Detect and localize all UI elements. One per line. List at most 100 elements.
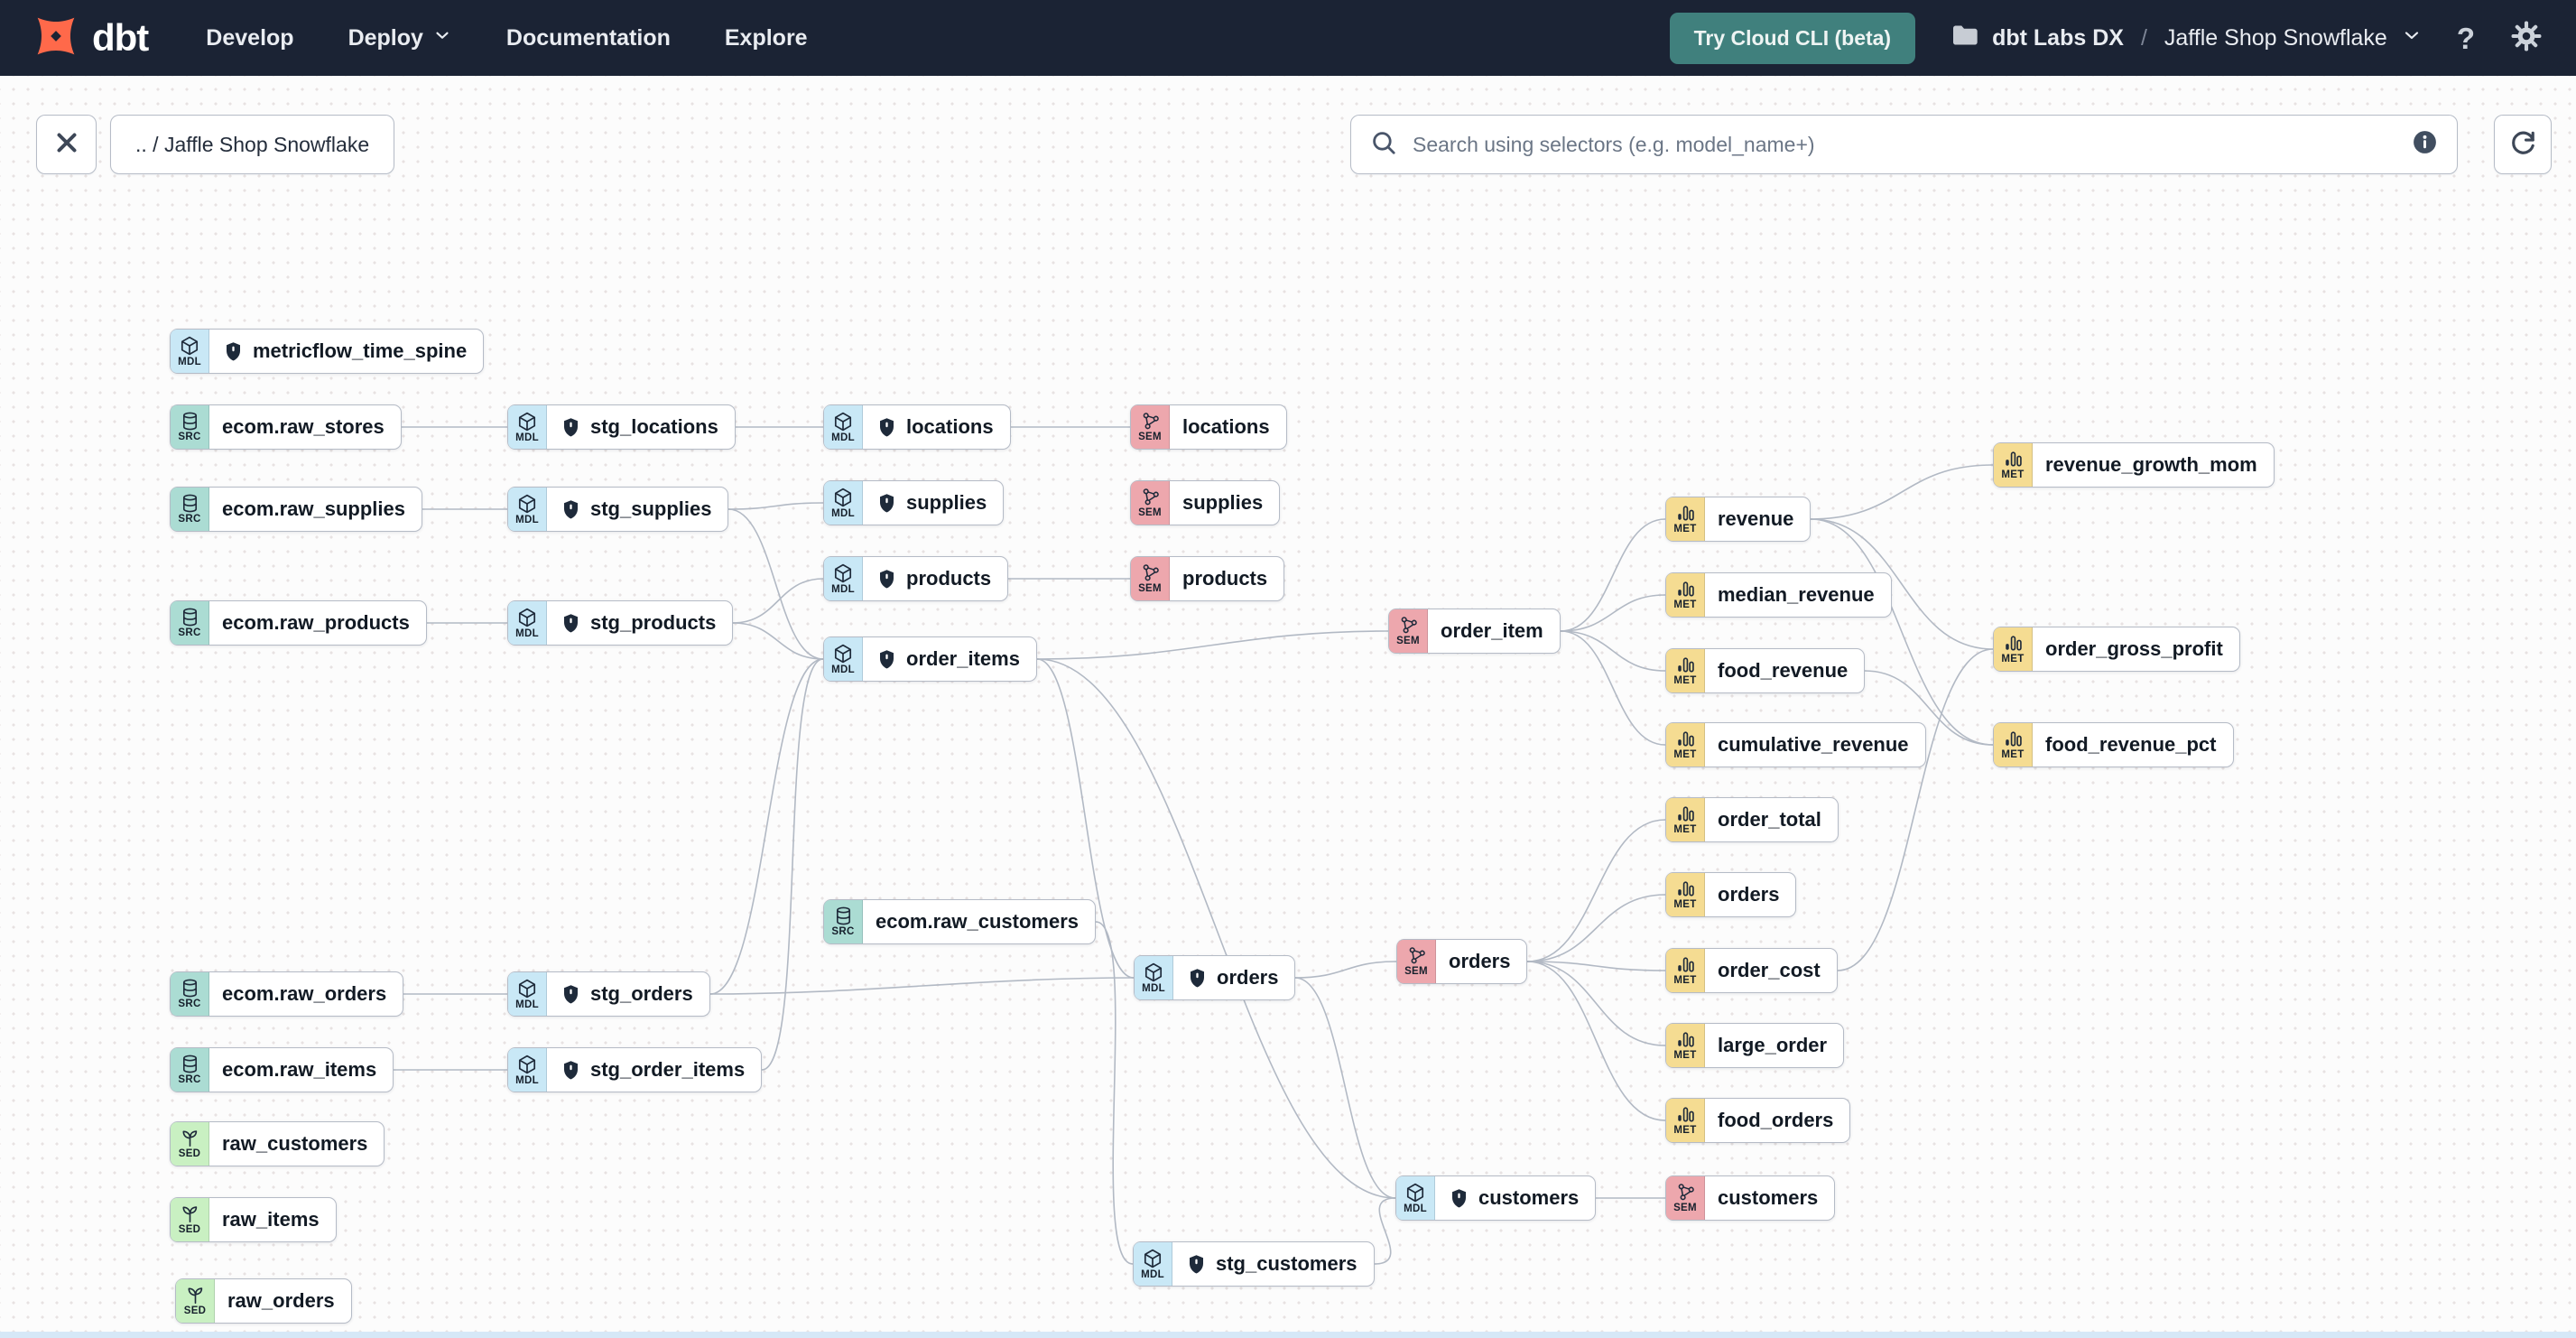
nav-item-explore[interactable]: Explore	[725, 25, 808, 51]
node-ecom_raw_items[interactable]: SRC ecom.raw_items	[170, 1047, 394, 1092]
node-locations_sem[interactable]: SEM locations	[1130, 404, 1287, 450]
node-customers_sem[interactable]: SEM customers	[1665, 1175, 1836, 1221]
node-large_order[interactable]: MET large_order	[1665, 1023, 1845, 1068]
node-label: stg_orders	[547, 972, 709, 1016]
node-label: revenue_growth_mom	[2045, 453, 2257, 476]
node-label: order_cost	[1718, 959, 1821, 981]
node-cumulative_revenue[interactable]: MET cumulative_revenue	[1665, 722, 1926, 767]
node-label: ecom.raw_supplies	[222, 497, 405, 520]
cube-icon: MDL	[508, 405, 547, 449]
seed-icon: SED	[176, 1279, 215, 1323]
node-stg_order_items[interactable]: MDL stg_order_items	[507, 1047, 763, 1092]
node-stg_orders[interactable]: MDL stg_orders	[507, 971, 710, 1017]
metric-chart-icon: MET	[1666, 1024, 1705, 1067]
contract-shield-icon	[560, 983, 582, 1006]
node-label: food_revenue	[1718, 659, 1849, 682]
node-ecom_raw_customers[interactable]: SRC ecom.raw_customers	[823, 899, 1096, 944]
node-label: ecom.raw_orders	[222, 982, 387, 1005]
dbt-logo[interactable]: dbt	[32, 13, 149, 64]
node-food_orders[interactable]: MET food_orders	[1665, 1098, 1851, 1143]
node-order_items[interactable]: MDL order_items	[823, 636, 1037, 682]
lineage-breadcrumb[interactable]: .. / Jaffle Shop Snowflake	[110, 115, 395, 174]
nav-item-deploy[interactable]: Deploy	[348, 25, 452, 51]
node-order_cost[interactable]: MET order_cost	[1665, 948, 1838, 993]
navbar-right: Try Cloud CLI (beta) dbt Labs DX / Jaffl…	[1669, 12, 2544, 64]
metric-chart-icon: MET	[1994, 627, 2033, 671]
help-icon[interactable]: ?	[2457, 23, 2475, 53]
node-orders_met[interactable]: MET orders	[1665, 872, 1797, 917]
node-ecom_raw_orders[interactable]: SRC ecom.raw_orders	[170, 971, 404, 1017]
node-label: stg_locations	[547, 405, 735, 449]
node-type-badge: SEM	[1138, 507, 1162, 519]
node-order_item_sem[interactable]: SEM order_item	[1388, 609, 1561, 654]
node-supplies_sem[interactable]: SEM supplies	[1130, 480, 1281, 525]
project-name[interactable]: Jaffle Shop Snowflake	[2164, 25, 2387, 51]
node-orders_sem[interactable]: SEM orders	[1396, 939, 1528, 984]
node-orders_mdl[interactable]: MDL orders	[1134, 955, 1296, 1000]
node-label: order_items	[863, 637, 1036, 681]
node-label: metricflow_time_spine	[209, 330, 483, 373]
account-name[interactable]: dbt Labs DX	[1992, 25, 2124, 51]
node-supplies_mdl[interactable]: MDL supplies	[823, 480, 1005, 525]
database-icon: SRC	[171, 972, 209, 1016]
node-customers_mdl[interactable]: MDL customers	[1395, 1175, 1597, 1221]
node-type-badge: SRC	[178, 432, 201, 443]
node-type-badge: MDL	[1141, 1268, 1164, 1280]
node-order_total[interactable]: MET order_total	[1665, 797, 1839, 842]
cube-icon: MDL	[508, 972, 547, 1016]
node-stg_supplies[interactable]: MDL stg_supplies	[507, 487, 729, 532]
node-raw_customers_seed[interactable]: SED raw_customers	[170, 1121, 385, 1166]
node-revenue[interactable]: MET revenue	[1665, 497, 1812, 542]
node-order_gross_profit[interactable]: MET order_gross_profit	[1993, 627, 2240, 672]
selector-search	[1350, 115, 2458, 174]
node-label: ecom.raw_products	[222, 611, 410, 634]
node-stg_customers[interactable]: MDL stg_customers	[1133, 1241, 1375, 1287]
node-raw_items_seed[interactable]: SED raw_items	[170, 1197, 337, 1242]
node-products_sem[interactable]: SEM products	[1130, 556, 1285, 601]
node-ecom_raw_products[interactable]: SRC ecom.raw_products	[170, 600, 427, 646]
app-window: MDL metricflow_time_spine SRC ecom.raw_stor…	[0, 0, 2576, 1338]
node-raw_orders_seed[interactable]: SED raw_orders	[175, 1278, 352, 1324]
node-revenue_growth_mom[interactable]: MET revenue_growth_mom	[1993, 442, 2275, 488]
semantic-model-icon: SEM	[1131, 481, 1170, 525]
node-ecom_raw_supplies[interactable]: SRC ecom.raw_supplies	[170, 487, 422, 532]
lineage-canvas[interactable]	[0, 76, 2576, 1338]
nav-item-documentation[interactable]: Documentation	[506, 25, 671, 51]
project-chevron-down-icon[interactable]	[2401, 24, 2423, 52]
node-median_revenue[interactable]: MET median_revenue	[1665, 572, 1892, 618]
try-cloud-cli-button[interactable]: Try Cloud CLI (beta)	[1669, 12, 1916, 64]
metric-chart-icon: MET	[1666, 649, 1705, 692]
node-products_mdl[interactable]: MDL products	[823, 556, 1009, 601]
node-type-badge: MET	[1673, 824, 1697, 836]
node-type-badge: MET	[2001, 469, 2025, 481]
gear-icon[interactable]	[2509, 19, 2544, 58]
node-type-badge: SRC	[178, 1074, 201, 1086]
node-locations_mdl[interactable]: MDL locations	[823, 404, 1011, 450]
refresh-button[interactable]	[2494, 115, 2552, 174]
node-food_revenue[interactable]: MET food_revenue	[1665, 648, 1866, 693]
node-type-badge: MDL	[831, 432, 855, 443]
bottom-accent-bar	[0, 1332, 2576, 1338]
close-icon	[51, 127, 82, 163]
node-type-badge: MET	[2001, 749, 2025, 761]
search-input[interactable]	[1411, 131, 2398, 158]
close-button[interactable]	[36, 115, 97, 174]
contract-shield-icon	[1448, 1187, 1470, 1210]
contract-shield-icon	[222, 340, 245, 363]
semantic-model-icon: SEM	[1666, 1176, 1705, 1220]
info-icon[interactable]	[2411, 128, 2439, 161]
node-ecom_raw_stores[interactable]: SRC ecom.raw_stores	[170, 404, 402, 450]
node-metricflow_time_spine[interactable]: MDL metricflow_time_spine	[170, 329, 485, 374]
cube-icon: MDL	[824, 481, 863, 525]
chevron-down-icon	[432, 25, 452, 51]
node-type-badge: MDL	[515, 1074, 539, 1086]
node-food_revenue_pct[interactable]: MET food_revenue_pct	[1993, 722, 2234, 767]
node-label: supplies	[1182, 491, 1264, 514]
node-stg_products[interactable]: MDL stg_products	[507, 600, 734, 646]
search-icon	[1369, 128, 1398, 162]
nav-item-develop[interactable]: Develop	[206, 25, 293, 51]
node-stg_locations[interactable]: MDL stg_locations	[507, 404, 736, 450]
node-label: raw_orders	[227, 1289, 335, 1312]
node-label: orders	[1449, 950, 1511, 972]
contract-shield-icon	[560, 416, 582, 439]
